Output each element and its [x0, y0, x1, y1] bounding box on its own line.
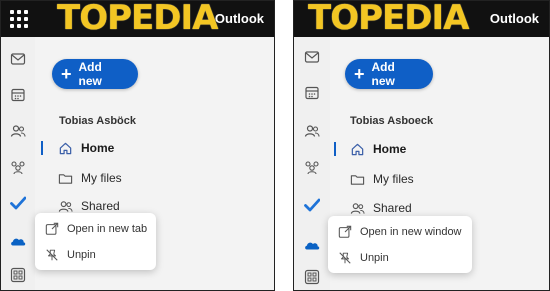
waffle-icon[interactable]: [5, 4, 33, 34]
open-external-icon: [45, 222, 59, 235]
folder-icon: [350, 174, 365, 185]
user-name: Tobias Asboeck: [350, 115, 434, 127]
home-icon: [59, 142, 72, 154]
app-rail: [294, 37, 330, 290]
right-screenshot-panel: TOPEDIA Outlook + Add new Tobias Asboeck…: [293, 0, 550, 291]
nav-item-my-files[interactable]: My files: [58, 167, 122, 189]
groups-icon[interactable]: [304, 159, 320, 175]
topedia-logo: TOPEDIA: [57, 0, 218, 38]
nav-item-label: My files: [373, 172, 414, 186]
topedia-logo: TOPEDIA: [308, 0, 469, 38]
todo-check-icon[interactable]: [304, 197, 320, 213]
app-title: Outlook: [214, 11, 264, 26]
unpin-icon: [339, 252, 351, 264]
onedrive-cloud-icon[interactable]: [10, 233, 26, 249]
menu-item-label: Open in new window: [360, 226, 462, 238]
nav-item-label: Shared: [81, 199, 120, 213]
more-apps-icon[interactable]: [10, 267, 26, 283]
top-bar: TOPEDIA Outlook: [1, 1, 274, 37]
shared-people-icon: [350, 202, 365, 214]
add-new-label: Add new: [371, 60, 395, 88]
plus-icon: +: [61, 64, 72, 84]
app-title: Outlook: [489, 11, 539, 26]
nav-item-label: My files: [81, 171, 122, 185]
menu-item-open-in-new-tab[interactable]: Open in new tab: [35, 216, 156, 242]
nav-item-label: Home: [373, 142, 407, 156]
onedrive-cloud-icon[interactable]: [304, 237, 320, 253]
menu-item-label: Open in new tab: [67, 223, 148, 235]
nav-item-my-files[interactable]: My files: [350, 168, 414, 190]
nav-item-label: Shared: [373, 201, 412, 215]
todo-check-icon[interactable]: [10, 195, 26, 211]
menu-item-label: Unpin: [360, 252, 389, 264]
mail-icon[interactable]: [10, 51, 26, 67]
menu-item-unpin[interactable]: Unpin: [35, 242, 156, 268]
add-new-button[interactable]: + Add new: [345, 59, 433, 89]
left-screenshot-panel: TOPEDIA Outlook + Add new Tobias Asböck …: [0, 0, 275, 291]
home-icon: [351, 143, 364, 155]
context-menu: Open in new window Unpin: [328, 216, 472, 273]
nav-item-home[interactable]: Home: [58, 137, 114, 159]
people-icon[interactable]: [10, 123, 26, 139]
mail-icon[interactable]: [304, 49, 320, 65]
top-bar: TOPEDIA Outlook: [294, 1, 549, 37]
unpin-icon: [46, 249, 58, 261]
menu-item-unpin[interactable]: Unpin: [328, 245, 472, 271]
active-indicator: [334, 142, 336, 156]
add-new-button[interactable]: + Add new: [52, 59, 138, 89]
calendar-icon[interactable]: [10, 87, 26, 103]
shared-people-icon: [58, 200, 73, 212]
menu-item-open-in-new-window[interactable]: Open in new window: [328, 219, 472, 245]
open-external-icon: [338, 225, 352, 238]
add-new-label: Add new: [78, 60, 102, 88]
app-rail: [1, 37, 35, 290]
context-menu: Open in new tab Unpin: [35, 213, 156, 270]
people-icon[interactable]: [304, 123, 320, 139]
calendar-icon[interactable]: [304, 85, 320, 101]
plus-icon: +: [354, 64, 365, 84]
menu-item-label: Unpin: [67, 249, 96, 261]
folder-icon: [58, 173, 73, 184]
user-name: Tobias Asböck: [59, 115, 137, 127]
active-indicator: [41, 141, 43, 155]
nav-item-home[interactable]: Home: [350, 138, 406, 160]
groups-icon[interactable]: [10, 159, 26, 175]
nav-item-label: Home: [81, 141, 115, 155]
more-apps-icon[interactable]: [304, 269, 320, 285]
